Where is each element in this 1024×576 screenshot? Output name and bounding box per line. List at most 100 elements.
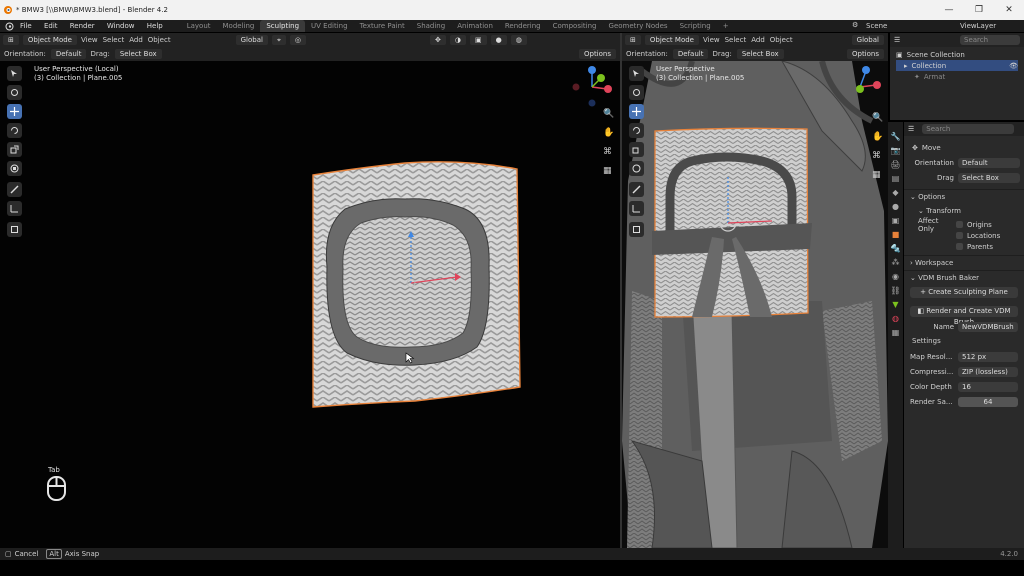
pan-hand-icon[interactable]: ✋ xyxy=(603,128,614,138)
compression-dropdown[interactable]: ZIP (lossless) xyxy=(958,366,1018,377)
render-tab-icon[interactable]: 📷 xyxy=(891,146,901,155)
right-pan-hand-icon[interactable]: ✋ xyxy=(872,132,883,142)
right-mode-selector[interactable]: Object Mode xyxy=(644,35,699,45)
object-tab-icon[interactable]: ■ xyxy=(892,230,900,239)
left-mode-selector[interactable]: Object Mode xyxy=(22,35,77,45)
right-menu-add[interactable]: Add xyxy=(751,36,765,44)
left-menu-add[interactable]: Add xyxy=(129,36,143,44)
tab-uv-editing[interactable]: UV Editing xyxy=(305,20,354,32)
data-tab-icon[interactable]: ▼ xyxy=(892,300,898,309)
physics-tab-icon[interactable]: ◉ xyxy=(892,272,899,281)
scale-tool-icon[interactable] xyxy=(7,142,22,157)
right-cursor-tool-icon[interactable] xyxy=(629,85,644,100)
right-add-cube-tool-icon[interactable] xyxy=(629,222,644,237)
right-camera-icon[interactable]: ⌘ xyxy=(872,151,883,161)
texture-tab-icon[interactable]: ▦ xyxy=(892,328,900,337)
editor-type-icon[interactable]: ⊞ xyxy=(3,35,19,45)
scene-tab-icon[interactable]: ◆ xyxy=(892,188,898,197)
outliner-search-input[interactable]: Search xyxy=(960,35,1020,45)
right-measure-tool-icon[interactable] xyxy=(629,201,644,216)
render-samples-field[interactable]: 64 xyxy=(958,396,1018,407)
map-resolution-dropdown[interactable]: 512 px xyxy=(958,351,1018,362)
rotate-tool-icon[interactable] xyxy=(7,123,22,138)
constraints-tab-icon[interactable]: ⛓ xyxy=(890,286,900,295)
tool-tab-icon[interactable]: 🔧 xyxy=(891,132,901,141)
tab-geometry-nodes[interactable]: Geometry Nodes xyxy=(603,20,674,32)
right-menu-select[interactable]: Select xyxy=(725,36,747,44)
left-options-button[interactable]: Options xyxy=(578,49,616,59)
right-zoom-icon[interactable]: 🔍 xyxy=(872,113,883,123)
brush-name-field[interactable]: NewVDMBrush xyxy=(958,321,1018,332)
locations-checkbox[interactable] xyxy=(956,232,963,239)
right-menu-object[interactable]: Object xyxy=(770,36,793,44)
left-orientation-dropdown[interactable]: Default xyxy=(50,49,87,59)
tab-rendering[interactable]: Rendering xyxy=(499,20,547,32)
move-tool-icon[interactable] xyxy=(7,104,22,119)
modifier-tab-icon[interactable]: 🔩 xyxy=(891,244,901,253)
cursor-tool-icon[interactable] xyxy=(7,85,22,100)
zoom-icon[interactable]: 🔍 xyxy=(603,109,614,119)
right-drag-dropdown[interactable]: Select Box xyxy=(736,49,784,59)
left-drag-dropdown[interactable]: Select Box xyxy=(114,49,162,59)
shading-solid-icon[interactable]: ● xyxy=(490,35,507,45)
workspace-section[interactable]: › Workspace xyxy=(904,255,1024,270)
close-button[interactable]: ✕ xyxy=(994,0,1024,20)
output-tab-icon[interactable]: 🖨 xyxy=(890,160,900,169)
camera-icon[interactable]: ⌘ xyxy=(603,147,614,157)
left-transform-orientation[interactable]: Global xyxy=(235,35,268,45)
left-navigation-gizmo[interactable] xyxy=(570,65,614,109)
maximize-button[interactable]: ❐ xyxy=(964,0,994,20)
menu-help[interactable]: Help xyxy=(147,22,163,30)
add-cube-tool-icon[interactable] xyxy=(7,222,22,237)
gizmo-toggle-icon[interactable]: ✥ xyxy=(430,35,446,45)
view-layer-selector[interactable]: ViewLayer xyxy=(960,22,996,30)
tab-sculpting[interactable]: Sculpting xyxy=(260,20,306,32)
visibility-eye-icon[interactable]: 👁 xyxy=(1009,62,1018,70)
scene-selector[interactable]: Scene xyxy=(866,22,887,30)
transform-tool-icon[interactable] xyxy=(7,161,22,176)
right-select-box-tool-icon[interactable] xyxy=(629,66,644,81)
shading-material-icon[interactable]: ◍ xyxy=(510,35,527,45)
view-layer-tab-icon[interactable]: ▤ xyxy=(892,174,900,183)
measure-tool-icon[interactable] xyxy=(7,201,22,216)
right-rotate-tool-icon[interactable] xyxy=(629,123,644,138)
world-tab-icon[interactable]: ● xyxy=(892,202,899,211)
right-transform-tool-icon[interactable] xyxy=(629,161,644,176)
select-box-tool-icon[interactable] xyxy=(7,66,22,81)
menu-render[interactable]: Render xyxy=(70,22,95,30)
tab-compositing[interactable]: Compositing xyxy=(547,20,603,32)
tab-shading[interactable]: Shading xyxy=(411,20,451,32)
outliner-row-collection[interactable]: ▸ Collection 👁 xyxy=(896,60,1018,71)
add-workspace-button[interactable]: + xyxy=(717,20,735,32)
annotate-tool-icon[interactable] xyxy=(7,182,22,197)
color-depth-dropdown[interactable]: 16 xyxy=(958,381,1018,392)
tab-layout[interactable]: Layout xyxy=(181,20,217,32)
properties-type-icon[interactable]: ☰ xyxy=(908,125,914,133)
blender-menu-icon[interactable] xyxy=(5,22,14,31)
right-orientation-dropdown[interactable]: Default xyxy=(672,49,709,59)
create-sculpting-plane-button[interactable]: + Create Sculpting Plane xyxy=(910,287,1018,298)
left-menu-select[interactable]: Select xyxy=(103,36,125,44)
overlay-toggle-icon[interactable]: ◑ xyxy=(449,35,466,45)
menu-edit[interactable]: Edit xyxy=(44,22,58,30)
material-tab-icon[interactable]: ◍ xyxy=(892,314,899,323)
outliner-row-armature[interactable]: ✦ Armat xyxy=(896,71,1018,82)
vdm-section[interactable]: ⌄ VDM Brush Baker xyxy=(904,270,1024,285)
right-annotate-tool-icon[interactable] xyxy=(629,182,644,197)
render-create-vdm-button[interactable]: ◧ Render and Create VDM Brush xyxy=(910,306,1018,326)
right-transform-orientation[interactable]: Global xyxy=(851,35,884,45)
scene-collection-row[interactable]: ▣ Scene Collection xyxy=(896,49,1018,60)
right-grid-view-icon[interactable]: ▦ xyxy=(872,170,883,180)
options-section[interactable]: ⌄ Options xyxy=(904,189,1024,204)
right-scale-tool-icon[interactable] xyxy=(629,142,644,157)
right-menu-view[interactable]: View xyxy=(703,36,720,44)
origins-checkbox[interactable] xyxy=(956,221,963,228)
collection-tab-icon[interactable]: ▣ xyxy=(892,216,900,225)
drag-dropdown[interactable]: Select Box xyxy=(958,172,1020,183)
particles-tab-icon[interactable]: ⁂ xyxy=(892,258,900,267)
tab-texture-paint[interactable]: Texture Paint xyxy=(354,20,411,32)
proportional-edit-icon[interactable]: ◎ xyxy=(289,35,306,45)
right-options-button[interactable]: Options xyxy=(846,49,884,59)
outliner-type-icon[interactable]: ☰ xyxy=(894,36,900,44)
right-navigation-gizmo[interactable] xyxy=(838,65,882,109)
